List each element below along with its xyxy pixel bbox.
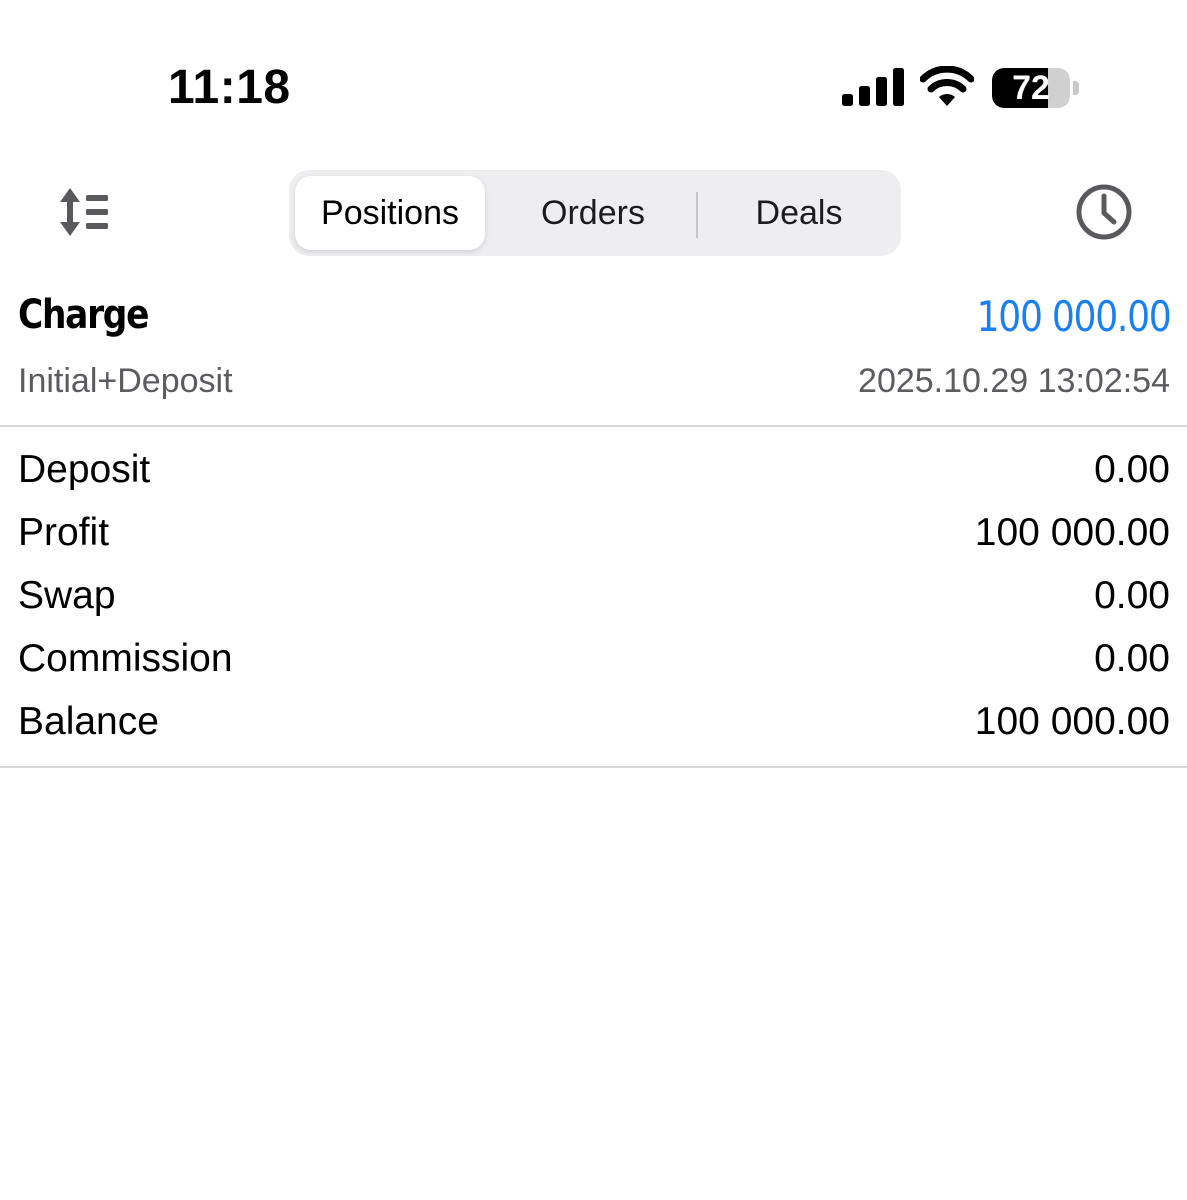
tab-positions[interactable]: Positions <box>295 176 485 250</box>
summary-label: Deposit <box>18 448 151 491</box>
battery-body: 72 <box>992 68 1070 108</box>
summary-row-profit: Profit 100 000.00 <box>0 503 1187 566</box>
status-time: 11:18 <box>168 61 291 114</box>
battery-icon: 72 <box>992 68 1080 108</box>
summary-value: 0.00 <box>1094 448 1170 491</box>
summary-value: 0.00 <box>1094 574 1170 617</box>
deal-comment: Initial+Deposit <box>18 362 233 400</box>
summary-row-deposit: Deposit 0.00 <box>0 440 1187 503</box>
summary-value: 100 000.00 <box>974 511 1170 554</box>
tab-divider <box>696 192 698 238</box>
wifi-icon <box>920 66 974 106</box>
summary-label: Profit <box>18 511 110 554</box>
clock-icon[interactable] <box>1074 182 1134 242</box>
deal-amount: 100 000.00 <box>976 292 1171 341</box>
toolbar: Positions Orders Deals <box>0 160 1187 270</box>
tab-bar: Positions Orders Deals <box>289 170 901 256</box>
deal-timestamp: 2025.10.29 13:02:54 <box>858 362 1170 400</box>
summary-value: 0.00 <box>1094 637 1170 680</box>
deal-title: Charge <box>18 292 149 338</box>
summary-label: Commission <box>18 637 233 680</box>
battery-cap <box>1073 81 1079 95</box>
summary-label: Swap <box>18 574 116 617</box>
divider <box>0 766 1187 768</box>
sort-icon[interactable] <box>52 184 118 240</box>
summary-row-swap: Swap 0.00 <box>0 566 1187 629</box>
summary-value: 100 000.00 <box>974 700 1170 743</box>
deal-entry[interactable]: Charge 100 000.00 Initial+Deposit 2025.1… <box>0 280 1187 425</box>
battery-level: 72 <box>1012 69 1050 107</box>
summary-row-balance: Balance 100 000.00 <box>0 692 1187 755</box>
tab-orders[interactable]: Orders <box>493 176 693 250</box>
tab-deals[interactable]: Deals <box>701 176 897 250</box>
cellular-signal-icon <box>842 68 904 106</box>
summary-label: Balance <box>18 700 159 743</box>
summary-row-commission: Commission 0.00 <box>0 629 1187 692</box>
summary-list: Deposit 0.00 Profit 100 000.00 Swap 0.00… <box>0 440 1187 755</box>
divider <box>0 425 1187 427</box>
status-bar: 11:18 72 <box>0 0 1187 150</box>
